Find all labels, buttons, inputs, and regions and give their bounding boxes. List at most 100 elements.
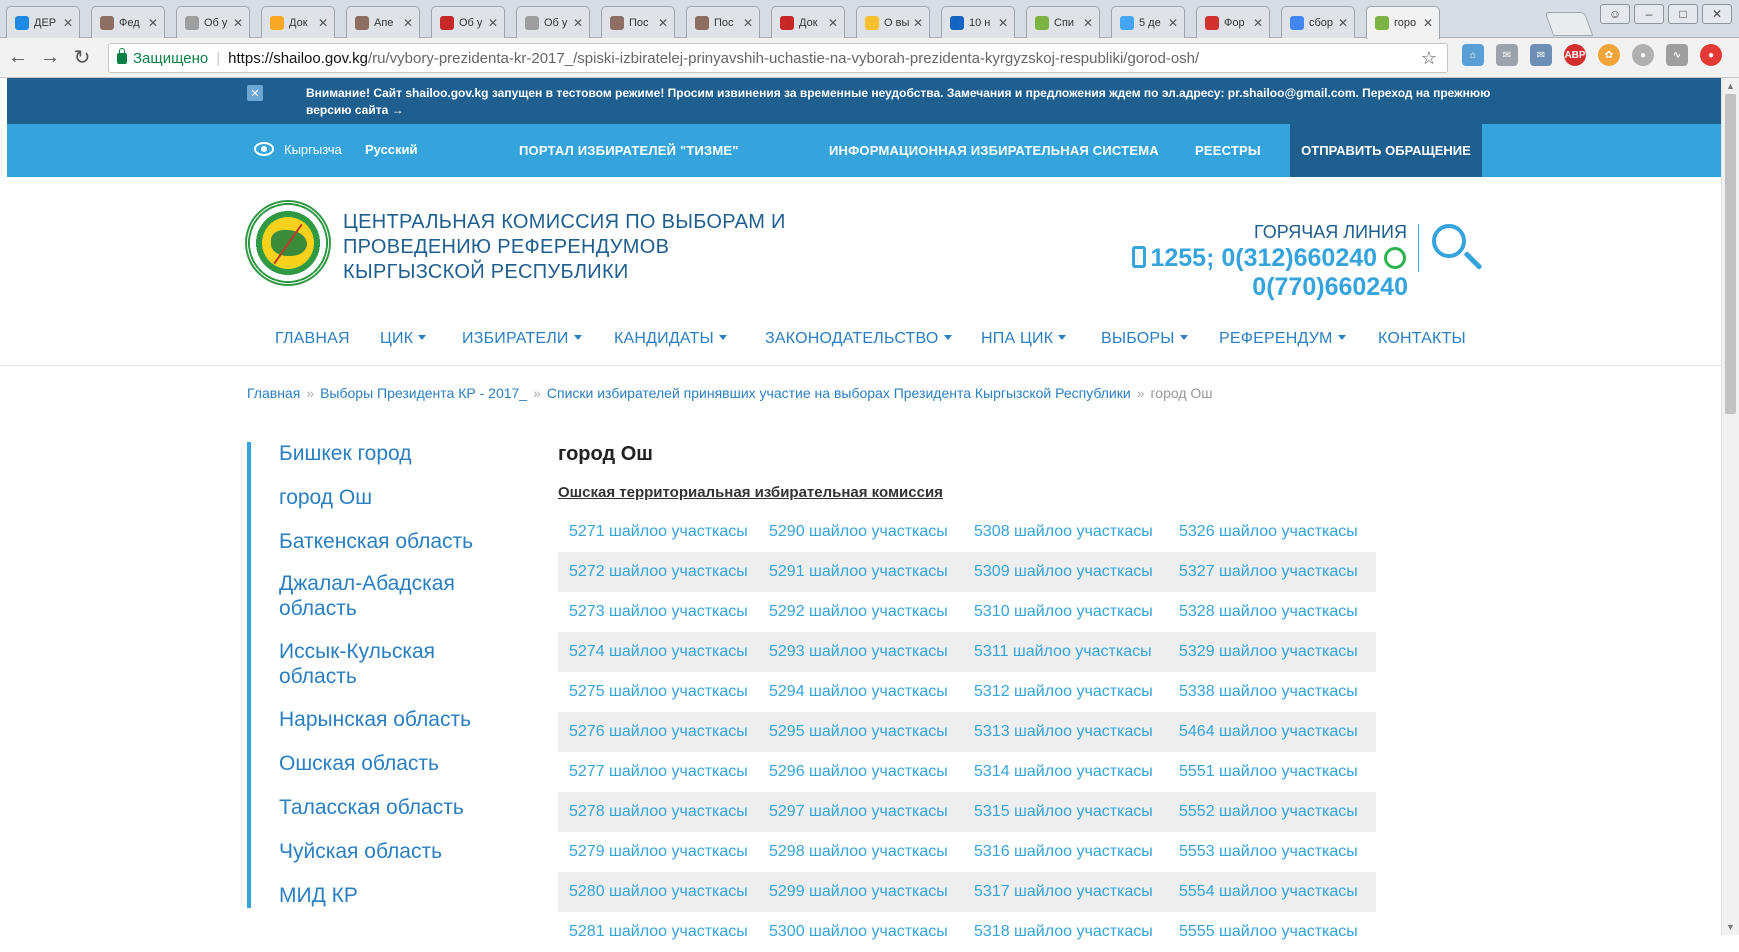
menu-item[interactable]: ГЛАВНАЯ	[275, 330, 350, 348]
tab-close-icon[interactable]: ✕	[743, 16, 753, 30]
browser-tab[interactable]: Об у ✕	[516, 6, 590, 38]
send-appeal-button[interactable]: ОТПРАВИТЬ ОБРАЩЕНИЕ	[1290, 124, 1482, 177]
search-icon[interactable]	[1432, 224, 1466, 258]
breadcrumb-voter-lists[interactable]: Списки избирателей принявших участие на …	[547, 385, 1131, 401]
info-system-link[interactable]: ИНФОРМАЦИОННАЯ ИЗБИРАТЕЛЬНАЯ СИСТЕМА	[829, 143, 1159, 158]
menu-item[interactable]: ВЫБОРЫ	[1101, 330, 1188, 348]
browser-tab[interactable]: Об у ✕	[431, 6, 505, 38]
browser-tab[interactable]: 5 де ✕	[1111, 6, 1185, 38]
polling-station-link[interactable]: 5276 шайлоо участкасы	[569, 723, 748, 741]
polling-station-link[interactable]: 5293 шайлоо участкасы	[769, 643, 948, 661]
browser-tab[interactable]: 10 н ✕	[941, 6, 1015, 38]
polling-station-link[interactable]: 5552 шайлоо участкасы	[1179, 803, 1358, 821]
polling-station-link[interactable]: 5279 шайлоо участкасы	[569, 843, 748, 861]
polling-station-link[interactable]: 5554 шайлоо участкасы	[1179, 883, 1358, 901]
tab-close-icon[interactable]: ✕	[828, 16, 838, 30]
maximize-button[interactable]: □	[1668, 4, 1698, 24]
scroll-up-icon[interactable]: ▲	[1726, 81, 1735, 91]
breadcrumb-elections[interactable]: Выборы Президента КР - 2017_	[320, 385, 527, 401]
polling-station-link[interactable]: 5281 шайлоо участкасы	[569, 923, 748, 941]
close-window-button[interactable]: ✕	[1702, 4, 1732, 24]
polling-station-link[interactable]: 5273 шайлоо участкасы	[569, 603, 748, 621]
extension-power-icon[interactable]: ●	[1700, 44, 1722, 66]
tab-close-icon[interactable]: ✕	[63, 16, 73, 30]
browser-tab[interactable]: Апе ✕	[346, 6, 420, 38]
accessibility-eye-icon[interactable]	[254, 142, 274, 156]
extension-user-icon[interactable]: ●	[1632, 44, 1654, 66]
polling-station-link[interactable]: 5555 шайлоо участкасы	[1179, 923, 1358, 941]
browser-tab[interactable]: Фед ✕	[91, 6, 165, 38]
sidebar-item[interactable]: Ошская область	[279, 751, 509, 776]
polling-station-link[interactable]: 5300 шайлоо участкасы	[769, 923, 948, 941]
tab-close-icon[interactable]: ✕	[148, 16, 158, 30]
polling-station-link[interactable]: 5278 шайлоо участкасы	[569, 803, 748, 821]
polling-station-link[interactable]: 5316 шайлоо участкасы	[974, 843, 1153, 861]
page-scrollbar[interactable]: ▲ ▼	[1721, 78, 1739, 935]
tab-close-icon[interactable]: ✕	[658, 16, 668, 30]
extension-inbox-icon[interactable]: ✉	[1530, 44, 1552, 66]
minimize-button[interactable]: –	[1634, 4, 1664, 24]
menu-item[interactable]: РЕФЕРЕНДУМ	[1219, 330, 1346, 348]
browser-tab[interactable]: сбор ✕	[1281, 6, 1355, 38]
sidebar-item[interactable]: Чуйская область	[279, 839, 509, 864]
polling-station-link[interactable]: 5271 шайлоо участкасы	[569, 523, 748, 541]
polling-station-link[interactable]: 5313 шайлоо участкасы	[974, 723, 1153, 741]
polling-station-link[interactable]: 5290 шайлоо участкасы	[769, 523, 948, 541]
polling-station-link[interactable]: 5329 шайлоо участкасы	[1179, 643, 1358, 661]
sidebar-item[interactable]: Иссык-Кульская область	[279, 639, 509, 689]
polling-station-link[interactable]: 5280 шайлоо участкасы	[569, 883, 748, 901]
registries-link[interactable]: РЕЕСТРЫ	[1195, 143, 1261, 158]
notice-close-icon[interactable]: ✕	[247, 85, 263, 101]
extension-pulse-icon[interactable]: ∿	[1666, 44, 1688, 66]
polling-station-link[interactable]: 5296 шайлоо участкасы	[769, 763, 948, 781]
sidebar-item[interactable]: Бишкек город	[279, 441, 509, 466]
polling-station-link[interactable]: 5310 шайлоо участкасы	[974, 603, 1153, 621]
polling-station-link[interactable]: 5294 шайлоо участкасы	[769, 683, 948, 701]
back-button[interactable]: ←	[4, 44, 32, 72]
extension-home-icon[interactable]: ⌂	[1462, 44, 1484, 66]
adblock-icon[interactable]: ABP	[1564, 44, 1586, 66]
polling-station-link[interactable]: 5328 шайлоо участкасы	[1179, 603, 1358, 621]
polling-station-link[interactable]: 5297 шайлоо участкасы	[769, 803, 948, 821]
new-tab-button[interactable]	[1544, 12, 1594, 36]
browser-tab[interactable]: горо ✕	[1366, 6, 1440, 39]
menu-item[interactable]: КОНТАКТЫ	[1378, 330, 1466, 348]
polling-station-link[interactable]: 5298 шайлоо участкасы	[769, 843, 948, 861]
tab-close-icon[interactable]: ✕	[1083, 16, 1093, 30]
reload-button[interactable]: ↻	[68, 44, 96, 72]
forward-button[interactable]: →	[36, 44, 64, 72]
sidebar-item[interactable]: Джалал-Абадская область	[279, 571, 509, 621]
browser-tab[interactable]: Об у ✕	[176, 6, 250, 38]
polling-station-link[interactable]: 5312 шайлоо участкасы	[974, 683, 1153, 701]
browser-tab[interactable]: Док ✕	[261, 6, 335, 38]
tab-close-icon[interactable]: ✕	[913, 16, 923, 30]
menu-item[interactable]: НПА ЦИК	[981, 330, 1067, 348]
menu-item[interactable]: ЗАКОНОДАТЕЛЬСТВО	[765, 330, 952, 348]
polling-station-link[interactable]: 5317 шайлоо участкасы	[974, 883, 1153, 901]
scroll-down-icon[interactable]: ▼	[1726, 922, 1735, 932]
breadcrumb-home[interactable]: Главная	[247, 385, 300, 401]
polling-station-link[interactable]: 5272 шайлоо участкасы	[569, 563, 748, 581]
menu-item[interactable]: ЦИК	[380, 330, 427, 348]
extension-flower-icon[interactable]: ✿	[1598, 44, 1620, 66]
browser-tab[interactable]: Пос ✕	[686, 6, 760, 38]
polling-station-link[interactable]: 5551 шайлоо участкасы	[1179, 763, 1358, 781]
polling-station-link[interactable]: 5326 шайлоо участкасы	[1179, 523, 1358, 541]
polling-station-link[interactable]: 5309 шайлоо участкасы	[974, 563, 1153, 581]
polling-station-link[interactable]: 5327 шайлоо участкасы	[1179, 563, 1358, 581]
sidebar-item[interactable]: Баткенская область	[279, 529, 509, 554]
cec-logo[interactable]	[245, 200, 331, 286]
tab-close-icon[interactable]: ✕	[1423, 16, 1433, 30]
extension-mail-icon[interactable]: ✉	[1496, 44, 1518, 66]
polling-station-link[interactable]: 5315 шайлоо участкасы	[974, 803, 1153, 821]
polling-station-link[interactable]: 5318 шайлоо участкасы	[974, 923, 1153, 941]
polling-station-link[interactable]: 5275 шайлоо участкасы	[569, 683, 748, 701]
polling-station-link[interactable]: 5292 шайлоо участкасы	[769, 603, 948, 621]
sidebar-item[interactable]: город Ош	[279, 485, 509, 510]
polling-station-link[interactable]: 5308 шайлоо участкасы	[974, 523, 1153, 541]
tab-close-icon[interactable]: ✕	[318, 16, 328, 30]
sidebar-item[interactable]: МИД КР	[279, 883, 509, 908]
tab-close-icon[interactable]: ✕	[573, 16, 583, 30]
menu-item[interactable]: ИЗБИРАТЕЛИ	[462, 330, 582, 348]
browser-tab[interactable]: Док ✕	[771, 6, 845, 38]
